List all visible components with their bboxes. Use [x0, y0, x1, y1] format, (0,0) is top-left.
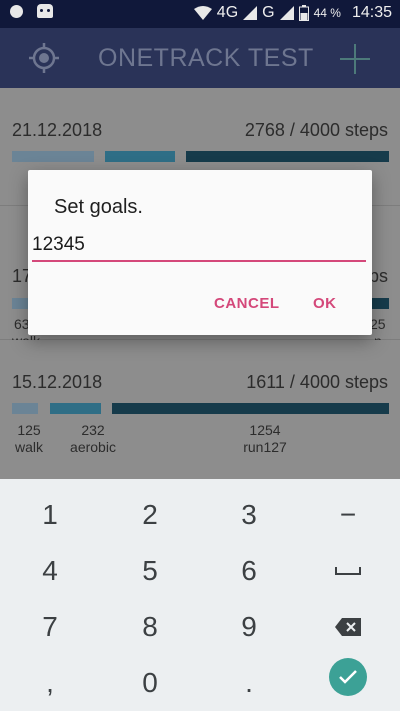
key-space[interactable] — [298, 543, 398, 599]
space-icon — [335, 567, 361, 575]
signal-2-icon — [279, 6, 294, 20]
key-label: . — [245, 667, 253, 698]
network-4g-label: 4G — [216, 4, 239, 21]
segment-label: aerobic — [70, 439, 116, 455]
goal-input[interactable] — [32, 230, 366, 262]
key-label: , — [46, 667, 54, 698]
key-label: 8 — [142, 611, 158, 642]
run-segment-bar — [370, 298, 389, 309]
key-label: 2 — [142, 499, 158, 530]
key-4[interactable]: 4 — [0, 543, 100, 599]
key-7[interactable]: 7 — [0, 599, 100, 655]
segment-value: 25 — [370, 316, 386, 332]
entry-date: 21.12.2018 — [12, 120, 103, 140]
status-right: 4G G 44 % 14:35 — [193, 4, 392, 22]
key-6[interactable]: 6 — [199, 543, 299, 599]
segment-value: 125 — [17, 422, 41, 438]
status-bar: 4G G 44 % 14:35 — [0, 0, 400, 28]
walk-segment-bar — [12, 403, 38, 414]
app-bar: ONETRACK TEST — [0, 28, 400, 88]
battery-percent: 44 % — [313, 6, 341, 20]
segment-value: 1254 — [249, 422, 281, 438]
aerobic-segment-bar — [105, 151, 175, 162]
entry-date: 15.12.2018 — [12, 372, 103, 392]
clock: 14:35 — [351, 4, 392, 21]
aerobic-segment-bar — [50, 403, 101, 414]
screen: 4G G 44 % 14:35 ONETRACK TEST 21.12.2018 — [0, 0, 400, 711]
key-9[interactable]: 9 — [199, 599, 299, 655]
entry-steps: 1611 / 4000 steps — [246, 372, 388, 392]
key-label: 4 — [42, 555, 58, 586]
enter-icon — [329, 658, 367, 696]
key-label: 1 — [42, 499, 58, 530]
key-0[interactable]: 0 — [100, 655, 200, 711]
key-2[interactable]: 2 — [100, 487, 200, 543]
key-comma[interactable]: , — [0, 655, 100, 711]
key-label: 6 — [241, 555, 257, 586]
dialog-title: Set goals. — [54, 196, 143, 218]
target-icon[interactable] — [28, 42, 60, 74]
battery-icon — [298, 5, 309, 21]
numeric-keyboard: 1 2 3 − 4 5 6 7 8 9 , 0 . — [0, 479, 400, 711]
key-5[interactable]: 5 — [100, 543, 200, 599]
key-minus[interactable]: − — [298, 487, 398, 543]
backspace-icon — [335, 618, 361, 636]
notification-dot-icon — [10, 4, 23, 18]
run-segment-bar — [112, 403, 389, 414]
signal-icon — [243, 6, 258, 20]
set-goals-dialog: Set goals. CANCEL OK — [28, 170, 372, 335]
list-item[interactable]: 15.12.2018 1611 / 4000 steps 125 walk 23… — [0, 340, 400, 480]
key-label: 0 — [142, 667, 158, 698]
walk-segment-bar — [12, 151, 94, 162]
segment-label: run127 — [243, 439, 287, 455]
key-label: 7 — [42, 611, 58, 642]
add-icon[interactable] — [338, 42, 372, 76]
wifi-icon — [193, 6, 212, 20]
key-label: 5 — [142, 555, 158, 586]
key-1[interactable]: 1 — [0, 487, 100, 543]
segment-value: 232 — [81, 422, 105, 438]
key-label: 9 — [241, 611, 257, 642]
key-8[interactable]: 8 — [100, 599, 200, 655]
key-backspace[interactable] — [298, 599, 398, 655]
entry-steps: 2768 / 4000 steps — [244, 120, 388, 140]
android-notification-icon — [37, 4, 53, 18]
run-segment-bar — [186, 151, 389, 162]
cancel-button[interactable]: CANCEL — [214, 295, 280, 312]
segment-label: walk — [14, 439, 43, 455]
status-left — [10, 4, 53, 18]
ok-button[interactable]: OK — [313, 295, 337, 312]
key-label: 3 — [241, 499, 257, 530]
key-enter[interactable] — [298, 649, 398, 705]
app-title: ONETRACK TEST — [98, 44, 314, 72]
key-label: − — [339, 499, 357, 530]
network-g-label: G — [262, 4, 275, 21]
key-3[interactable]: 3 — [199, 487, 299, 543]
key-dot[interactable]: . — [199, 655, 299, 711]
